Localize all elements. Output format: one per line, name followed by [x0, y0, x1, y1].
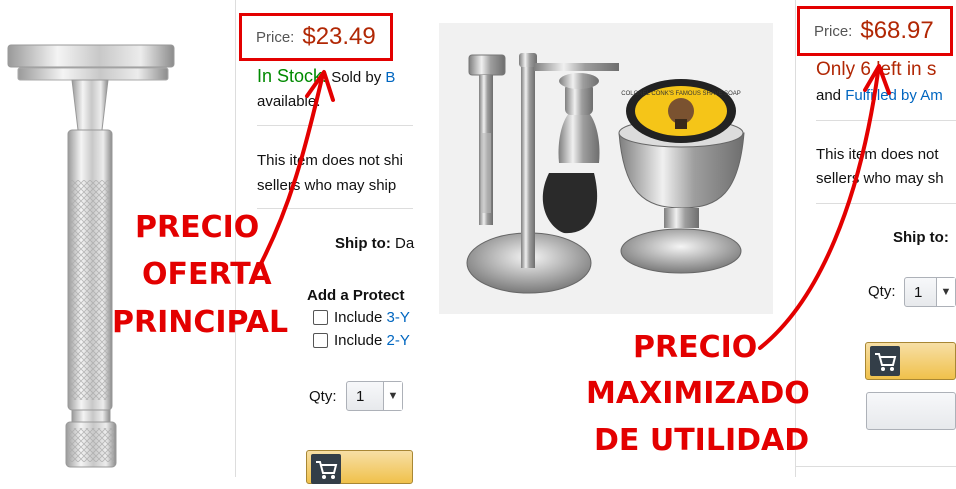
arrow-icon: [253, 64, 891, 350]
